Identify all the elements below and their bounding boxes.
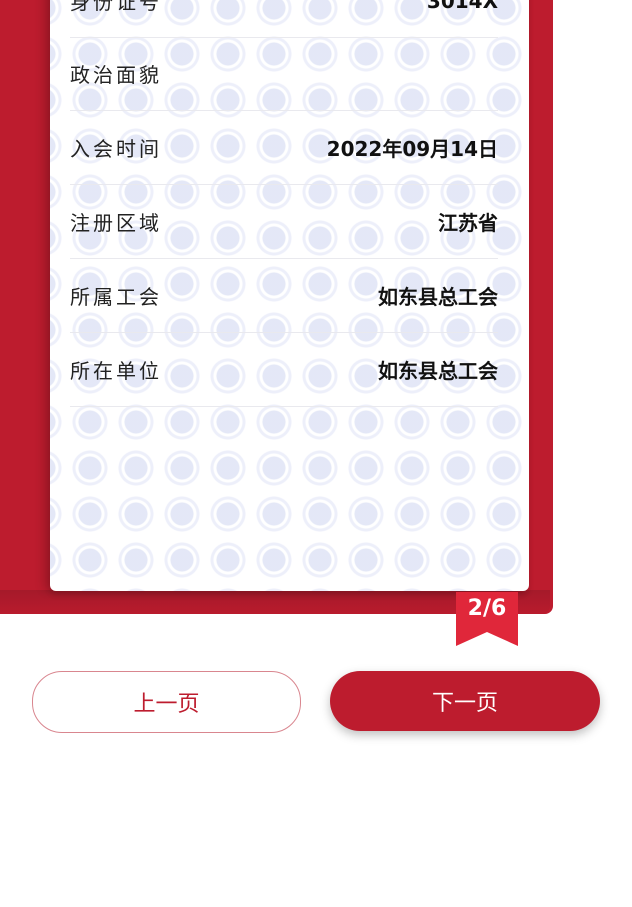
prev-page-button[interactable]: 上一页 [32, 671, 301, 733]
info-row-value: 2022年09月14日 [326, 137, 498, 161]
info-row-label: 所属工会 [70, 285, 162, 309]
next-page-button[interactable]: 下一页 [330, 671, 600, 731]
info-row-label: 注册区域 [70, 211, 162, 235]
info-list: 身份证号 3014X 政治面貌 入会时间 2022年09月14日 注册区域 江苏… [70, 0, 498, 407]
info-row-region: 注册区域 江苏省 [70, 185, 498, 259]
info-row-label: 所在单位 [70, 359, 162, 383]
info-row-value: 江苏省 [438, 211, 498, 235]
info-row-union: 所属工会 如东县总工会 [70, 259, 498, 333]
info-row-employer: 所在单位 如东县总工会 [70, 333, 498, 407]
info-row-label: 入会时间 [70, 137, 162, 161]
info-row-label: 身份证号 [70, 0, 162, 14]
page: 身份证号 3014X 政治面貌 入会时间 2022年09月14日 注册区域 江苏… [0, 0, 632, 907]
ribbon-notch [456, 632, 518, 646]
page-indicator: 2/6 [467, 596, 507, 621]
info-row-join-date: 入会时间 2022年09月14日 [70, 111, 498, 185]
info-row-id: 身份证号 3014X [70, 0, 498, 38]
info-row-label: 政治面貌 [70, 63, 162, 87]
info-row-value: 3014X [426, 0, 498, 13]
info-row-political-status: 政治面貌 [70, 37, 498, 111]
info-row-value: 如东县总工会 [378, 359, 498, 383]
info-row-value: 如东县总工会 [378, 285, 498, 309]
